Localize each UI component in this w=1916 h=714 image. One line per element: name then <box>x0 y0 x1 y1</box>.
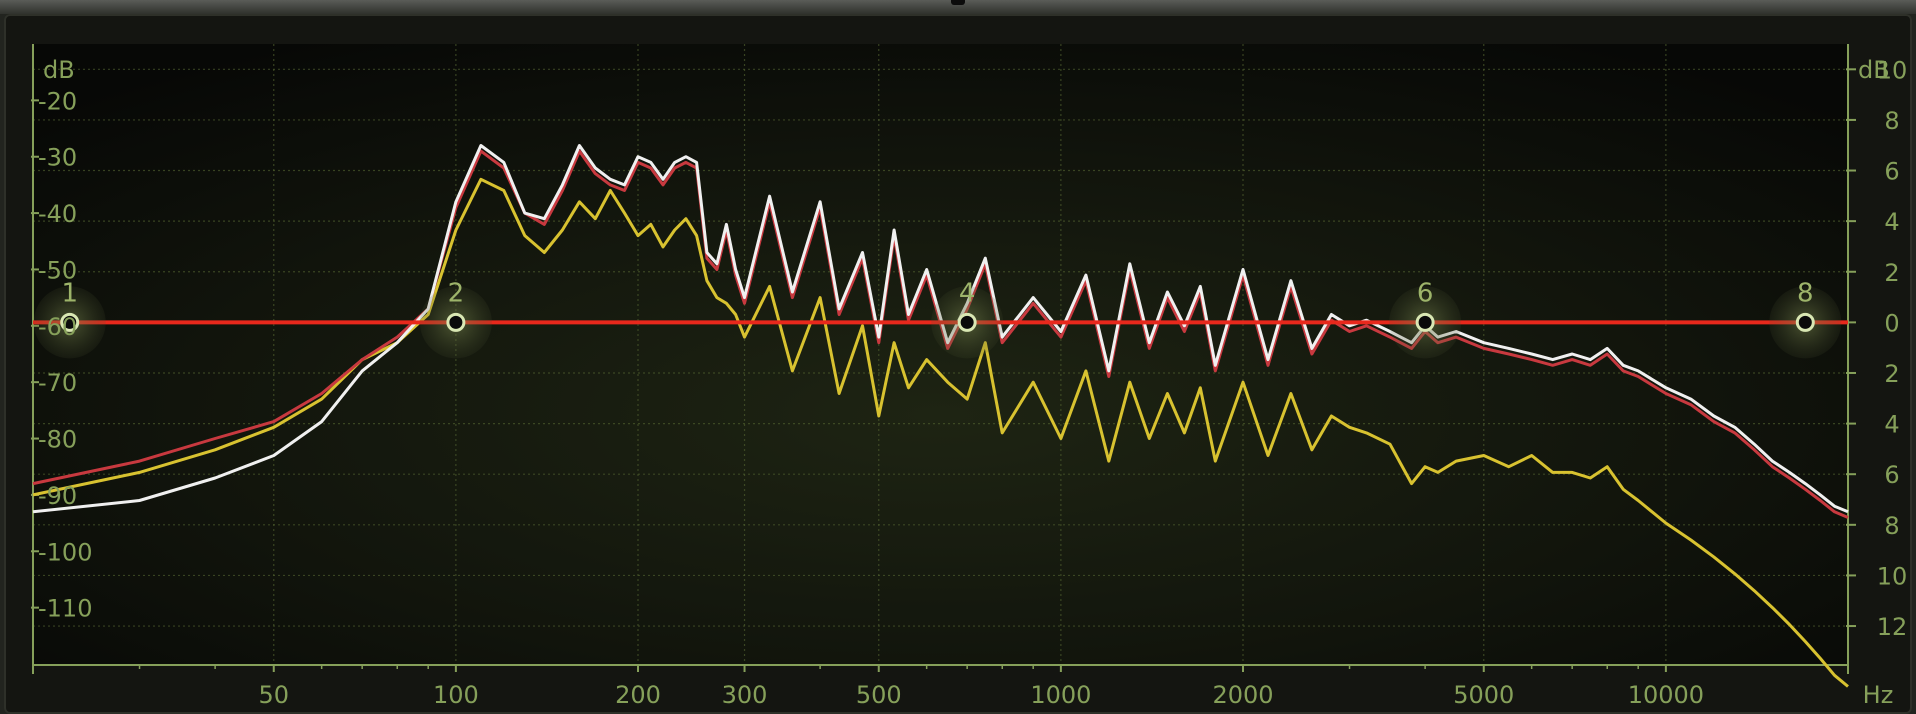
band-node-handle[interactable] <box>446 312 466 332</box>
right-tick-label: 10 <box>1877 56 1908 84</box>
right-tick-label: 8 <box>1884 512 1899 540</box>
right-tick-label: 6 <box>1884 461 1899 489</box>
x-tick-label: 300 <box>722 681 768 709</box>
x-tick-label: 50 <box>258 681 289 709</box>
left-tick-label: -50 <box>38 256 77 284</box>
right-tick-label: 4 <box>1884 411 1899 439</box>
band-node-label: 6 <box>1417 278 1434 308</box>
left-tick-label: -110 <box>38 595 92 623</box>
left-tick-label: -30 <box>38 144 77 172</box>
band-node-label: 4 <box>959 278 976 308</box>
band-node-label: 2 <box>448 278 465 308</box>
left-tick-label: -70 <box>38 369 77 397</box>
left-unit-label: dB <box>43 56 75 84</box>
left-tick-label: -100 <box>38 538 92 566</box>
x-tick-label: 100 <box>433 681 479 709</box>
right-tick-label: 0 <box>1884 309 1899 337</box>
right-tick-label: 2 <box>1884 259 1899 287</box>
x-tick-label: 200 <box>615 681 661 709</box>
band-node-handle[interactable] <box>1795 312 1815 332</box>
spectrum-analyzer-chart[interactable]: 12468 dB dB Hz 50 100 200 300 500 1000 2000 500… <box>0 0 1916 714</box>
right-tick-label: 6 <box>1884 158 1899 186</box>
freq-unit-label: Hz <box>1863 681 1894 709</box>
right-tick-label: 2 <box>1884 360 1899 388</box>
eq-analyzer-window: 12468 dB dB Hz 50 100 200 300 500 1000 2000 500… <box>0 0 1916 714</box>
left-tick-label: -40 <box>38 200 77 228</box>
x-tick-label: 1000 <box>1030 681 1091 709</box>
right-tick-label: 8 <box>1884 107 1899 135</box>
x-tick-label: 10000 <box>1628 681 1704 709</box>
right-tick-label: 12 <box>1877 613 1908 641</box>
right-tick-label: 4 <box>1884 208 1899 236</box>
x-tick-label: 2000 <box>1212 681 1273 709</box>
band-node-handle[interactable] <box>957 312 977 332</box>
band-node-handle[interactable] <box>1415 312 1435 332</box>
left-tick-label: -60 <box>38 313 77 341</box>
left-tick-label: -80 <box>38 426 77 454</box>
x-tick-label: 500 <box>856 681 902 709</box>
band-node-label: 8 <box>1797 278 1814 308</box>
right-tick-label: 10 <box>1877 562 1908 590</box>
left-tick-label: -20 <box>38 87 77 115</box>
left-tick-label: -90 <box>38 482 77 510</box>
x-tick-label: 5000 <box>1453 681 1514 709</box>
